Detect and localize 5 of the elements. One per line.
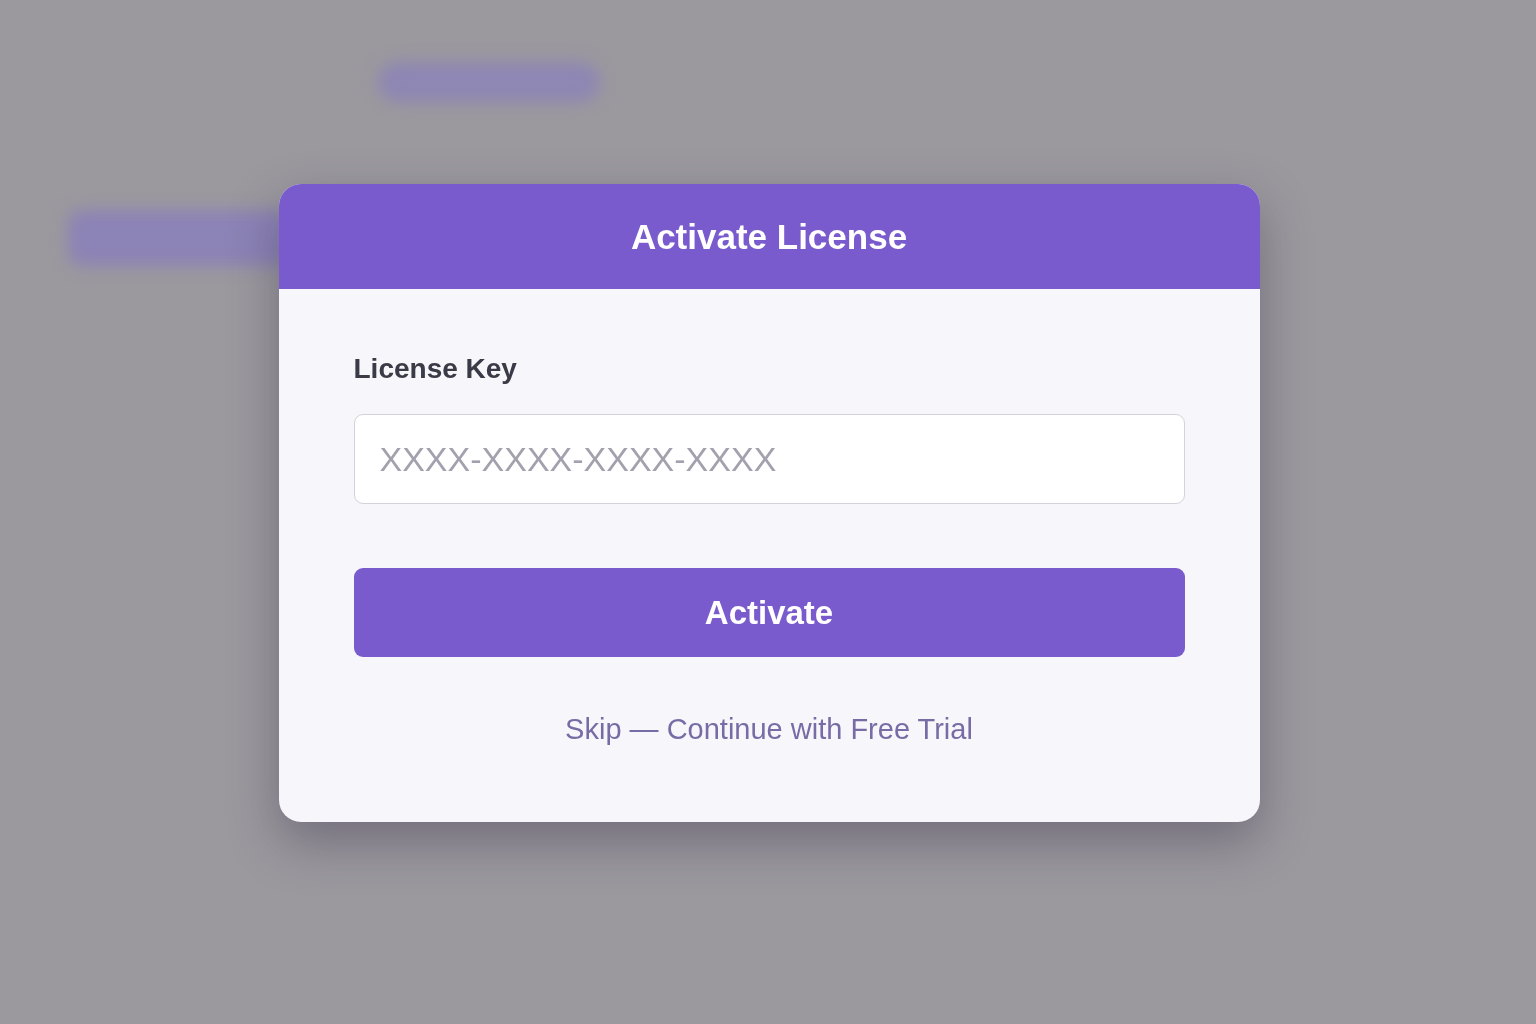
dialog-title: Activate License <box>630 219 908 254</box>
skip-trial-link[interactable]: Skip — Continue with Free Trial <box>565 715 973 744</box>
activate-button[interactable]: Activate <box>353 568 1185 657</box>
license-key-input[interactable]: XXXX-XXXX-XXXX-XXXX <box>353 414 1185 504</box>
field-label: License Key <box>353 355 517 383</box>
